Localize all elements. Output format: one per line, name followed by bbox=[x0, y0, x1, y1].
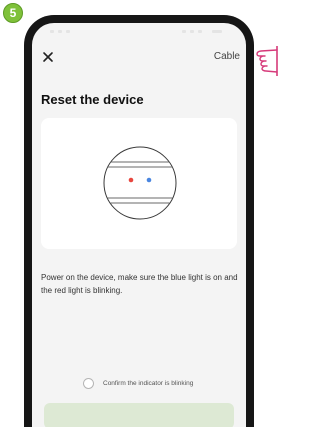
cable-link[interactable]: Cable bbox=[214, 51, 240, 62]
phone-frame: Cable Reset the device Power on the devi… bbox=[24, 15, 254, 427]
device-illustration-card bbox=[41, 118, 237, 249]
status-icon bbox=[50, 30, 54, 33]
instruction-text: Power on the device, make sure the blue … bbox=[41, 273, 238, 295]
status-icon bbox=[58, 30, 62, 33]
status-icon bbox=[66, 30, 70, 33]
confirm-indicator-option[interactable]: Confirm the indicator is blinking bbox=[83, 378, 193, 389]
page-title: Reset the device bbox=[41, 92, 144, 107]
close-icon[interactable] bbox=[38, 47, 58, 67]
app-screen: Cable Reset the device Power on the devi… bbox=[32, 23, 246, 427]
radio-button[interactable] bbox=[83, 378, 94, 389]
device-illustration bbox=[103, 146, 177, 220]
status-icon bbox=[198, 30, 202, 33]
pointing-hand-icon bbox=[256, 46, 278, 76]
status-bar bbox=[32, 23, 246, 39]
step-badge: 5 bbox=[3, 3, 23, 23]
status-icon bbox=[182, 30, 186, 33]
nav-bar: Cable bbox=[32, 45, 246, 73]
confirm-label: Confirm the indicator is blinking bbox=[103, 380, 194, 387]
battery-icon bbox=[212, 30, 222, 33]
status-icon bbox=[190, 30, 194, 33]
red-light-icon bbox=[128, 177, 134, 183]
blue-light-icon bbox=[146, 177, 152, 183]
next-button[interactable] bbox=[44, 403, 234, 427]
